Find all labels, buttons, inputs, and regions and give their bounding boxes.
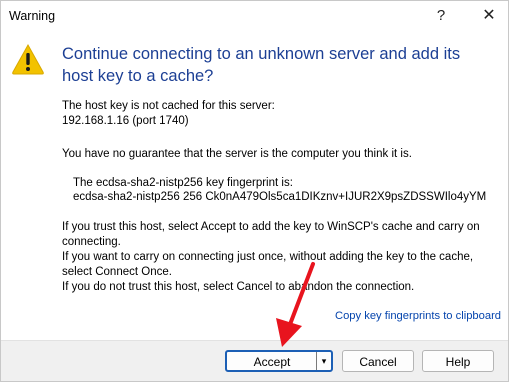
accept-dropdown-icon[interactable]: ▾ <box>316 352 331 370</box>
button-bar: Accept ▾ Cancel Help <box>1 340 508 381</box>
close-icon[interactable]: ✕ <box>477 5 501 27</box>
instruction-line-4: select Connect Once. <box>62 266 172 278</box>
accept-button[interactable]: Accept ▾ <box>225 350 333 372</box>
cancel-button[interactable]: Cancel <box>342 350 414 372</box>
dialog-content: Continue connecting to an unknown server… <box>1 31 508 340</box>
help-icon[interactable]: ? <box>431 5 451 27</box>
no-guarantee-text: You have no guarantee that the server is… <box>62 148 412 160</box>
window-title: Warning <box>9 9 56 23</box>
host-not-cached-text: The host key is not cached for this serv… <box>62 100 275 112</box>
instruction-line-3: If you want to carry on connecting just … <box>62 251 474 263</box>
fingerprint-value: ecdsa-sha2-nistp256 256 Ck0nA479Ols5ca1D… <box>73 191 487 203</box>
instruction-line-5: If you do not trust this host, select Ca… <box>62 281 415 293</box>
instruction-line-2: connecting. <box>62 236 121 248</box>
accept-button-label: Accept <box>253 355 291 369</box>
dialog-heading: Continue connecting to an unknown server… <box>62 45 461 85</box>
fingerprint-label: The ecdsa-sha2-nistp256 key fingerprint … <box>73 177 293 189</box>
warning-dialog: Warning ? ✕ Continue connecting to an un… <box>0 0 509 382</box>
instruction-line-1: If you trust this host, select Accept to… <box>62 221 480 233</box>
title-bar: Warning ? ✕ <box>1 1 508 31</box>
warning-icon <box>12 43 44 75</box>
copy-fingerprints-link[interactable]: Copy key fingerprints to clipboard <box>335 310 501 322</box>
server-address: 192.168.1.16 (port 1740) <box>62 115 189 127</box>
help-button[interactable]: Help <box>422 350 494 372</box>
